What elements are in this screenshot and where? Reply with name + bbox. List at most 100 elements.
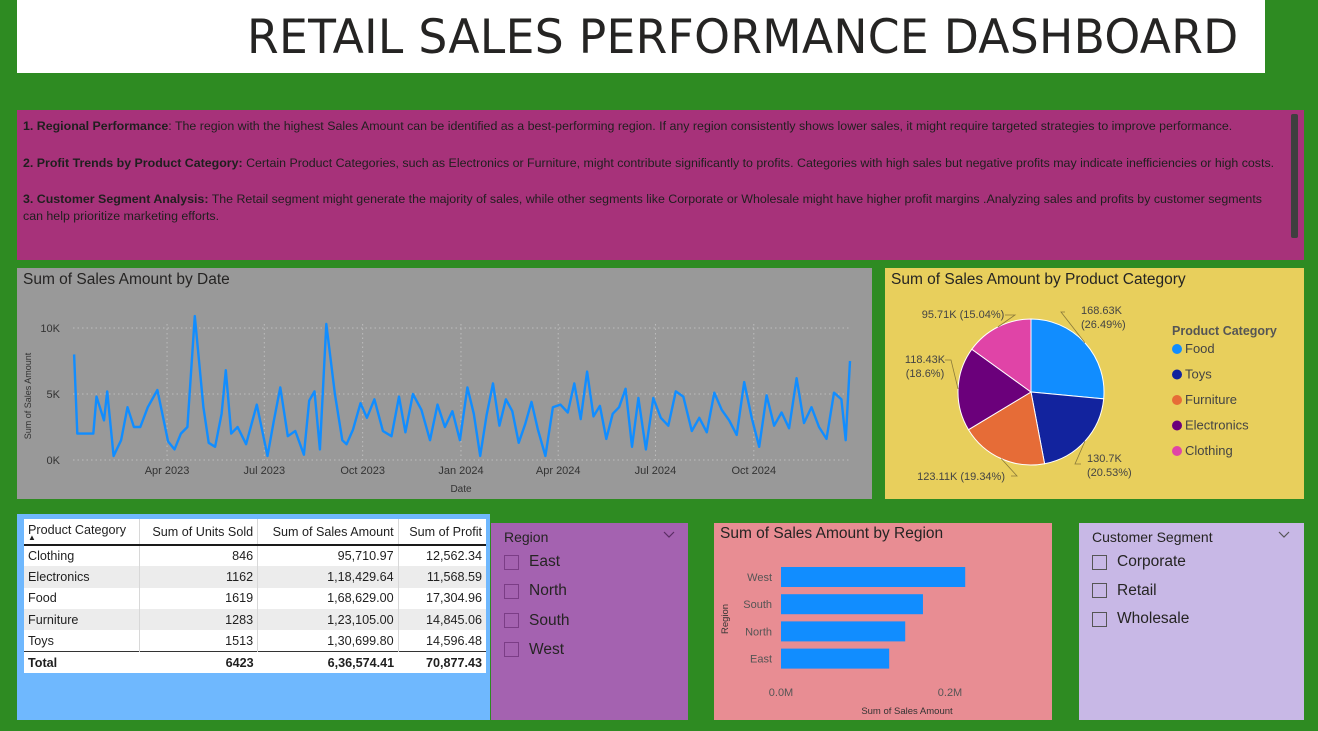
legend-item-label: Toys: [1185, 367, 1212, 382]
chevron-down-icon[interactable]: [1277, 528, 1291, 542]
slicer-option-west[interactable]: West: [504, 641, 564, 659]
bar-chart-svg: West South North East 0.0M 0.2M Sum of Sales A…: [720, 567, 966, 717]
table-cell: 1619: [139, 587, 259, 609]
table-cell: Toys: [24, 630, 140, 652]
table-row[interactable]: Food 1619 1,68,629.00 17,304.96: [24, 587, 486, 609]
region-slicer: Region East North South West: [491, 523, 688, 720]
slicer-option-label: Corporate: [1117, 553, 1186, 570]
pie-leader-line: [945, 359, 959, 390]
table-cell: 846: [139, 543, 259, 567]
pie-data-label: 168.63K (26.49%): [1081, 305, 1126, 331]
table-cell: 95,710.97: [257, 543, 399, 567]
slicer-option-east[interactable]: East: [504, 553, 560, 571]
slicer-option-corporate[interactable]: Corporate: [1092, 553, 1186, 571]
y-tick-label: 0K: [47, 455, 61, 467]
slicer-option-label: Retail: [1117, 581, 1157, 599]
bar-category-label: South: [743, 599, 772, 611]
table-row[interactable]: Electronics 1162 1,18,429.64 11,568.59: [24, 566, 486, 588]
insight-segment: 3. Customer Segment Analysis: The Retail…: [23, 191, 1284, 224]
bar-category-label: East: [750, 654, 772, 666]
table-row[interactable]: Furniture 1283 1,23,105.00 14,845.06: [24, 608, 486, 631]
column-header-sales[interactable]: Sum of Sales Amount: [257, 519, 399, 545]
column-header-profit[interactable]: Sum of Profit: [398, 519, 486, 545]
table-cell: 1,18,429.64: [257, 566, 399, 588]
bar-west: [781, 567, 966, 587]
sales-by-date-chart[interactable]: Sum of Sales Amount by Date 0K 5K 10K Apr 2…: [17, 268, 872, 499]
legend-marker: [1172, 420, 1182, 431]
bar-category-label: West: [747, 572, 772, 584]
slicer-option-label: East: [529, 553, 561, 570]
checkbox[interactable]: [504, 554, 519, 570]
checkbox[interactable]: [504, 642, 519, 658]
category-table-visual: Product Category ▲ Sum of Units Sold Sum …: [17, 514, 490, 720]
x-tick-label: 0.0M: [769, 687, 793, 699]
slicer-option-label: West: [529, 640, 565, 658]
sales-line-series: [72, 314, 852, 458]
checkbox[interactable]: [504, 613, 519, 629]
checkbox[interactable]: [1092, 611, 1107, 627]
x-axis-title: Date: [450, 484, 472, 495]
slicer-title: Customer Segment: [1092, 529, 1213, 545]
x-tick-label: Oct 2023: [340, 465, 385, 477]
dashboard-title: RETAIL SALES PERFORMANCE DASHBOARD: [247, 10, 1239, 65]
chart-title: Sum of Sales Amount by Product Category: [891, 271, 1186, 288]
slicer-option-north[interactable]: North: [504, 582, 567, 600]
table-cell: 1162: [139, 566, 259, 588]
bar-north: [781, 621, 906, 642]
pie-data-label: 130.7K (20.53%): [1087, 453, 1132, 479]
insight-heading: 1. Regional Performance: [23, 119, 169, 133]
table-cell: 1,30,699.80: [257, 630, 399, 652]
legend-marker: [1172, 446, 1182, 456]
table-cell: 11,568.59: [398, 566, 486, 588]
legend-item-label: Electronics: [1185, 418, 1249, 433]
table-cell: 1,68,629.00: [257, 587, 399, 609]
x-tick-label: Oct 2024: [731, 465, 776, 477]
table-cell: Food: [24, 587, 140, 609]
sales-by-category-chart[interactable]: Sum of Sales Amount by Product Category …: [885, 268, 1304, 499]
pie-data-label: 118.43K (18.6%): [905, 354, 946, 380]
table-cell: 1513: [139, 630, 259, 652]
table-cell: 1,23,105.00: [257, 608, 399, 631]
slicer-title: Region: [504, 529, 549, 545]
checkbox[interactable]: [1092, 583, 1107, 599]
total-label: Total: [24, 650, 140, 674]
category-table: Product Category ▲ Sum of Units Sold Sum …: [24, 519, 486, 674]
insight-regional: 1. Regional Performance: The region with…: [23, 119, 1233, 133]
insights-scrollbar[interactable]: [1291, 114, 1298, 238]
table-cell: Clothing: [24, 543, 140, 567]
y-axis-title: Region: [720, 604, 731, 634]
checkbox[interactable]: [504, 583, 519, 599]
slicer-option-south[interactable]: South: [504, 612, 570, 630]
column-header-category[interactable]: Product Category ▲: [24, 519, 140, 545]
chevron-down-icon[interactable]: [662, 528, 676, 542]
table-row[interactable]: Toys 1513 1,30,699.80 14,596.48: [24, 630, 486, 652]
y-tick-label: 5K: [47, 389, 61, 401]
total-units: 6423: [139, 650, 258, 674]
insight-heading: 3. Customer Segment Analysis:: [23, 192, 209, 206]
pie-data-label: 123.11K (19.34%): [917, 471, 1005, 483]
insights-textbox: 1. Regional Performance: The region with…: [17, 110, 1304, 260]
x-tick-label: Jul 2024: [635, 465, 677, 477]
table-total-row: Total 6423 6,36,574.41 70,877.43: [24, 650, 486, 674]
slicer-option-wholesale[interactable]: Wholesale: [1092, 610, 1189, 628]
slicer-option-retail[interactable]: Retail: [1092, 582, 1157, 600]
table-header-row: Product Category ▲ Sum of Units Sold Sum …: [24, 519, 486, 545]
table-cell: 14,596.48: [398, 630, 486, 652]
customer-segment-slicer: Customer Segment Corporate Retail Wholesal…: [1079, 523, 1304, 720]
legend-item-label: Food: [1185, 341, 1215, 356]
table-cell: Electronics: [24, 566, 140, 588]
x-tick-label: Apr 2023: [145, 465, 190, 477]
column-header-units[interactable]: Sum of Units Sold: [139, 519, 259, 545]
legend-marker: [1172, 344, 1182, 354]
checkbox[interactable]: [1092, 554, 1107, 570]
table-cell: Furniture: [24, 608, 140, 631]
insight-text: The region with the highest Sales Amount…: [174, 119, 1233, 133]
line-chart-svg: 0K 5K 10K Apr 2023 Jul 2023 Oct 2023 Jan 2024 A…: [23, 314, 852, 495]
insight-heading: 2. Profit Trends by Product Category:: [23, 155, 243, 170]
table-row[interactable]: Clothing 846 95,710.97 12,562.34: [24, 543, 486, 567]
sales-by-region-chart[interactable]: Sum of Sales Amount by Region West South N…: [714, 523, 1052, 720]
legend-marker: [1172, 369, 1182, 380]
pie-chart-svg: 168.63K (26.49%) 130.7K (20.53%) 123.11K (19…: [905, 305, 1277, 483]
total-sales: 6,36,574.41: [257, 650, 399, 674]
title-banner: RETAIL SALES PERFORMANCE DASHBOARD: [17, 0, 1265, 73]
